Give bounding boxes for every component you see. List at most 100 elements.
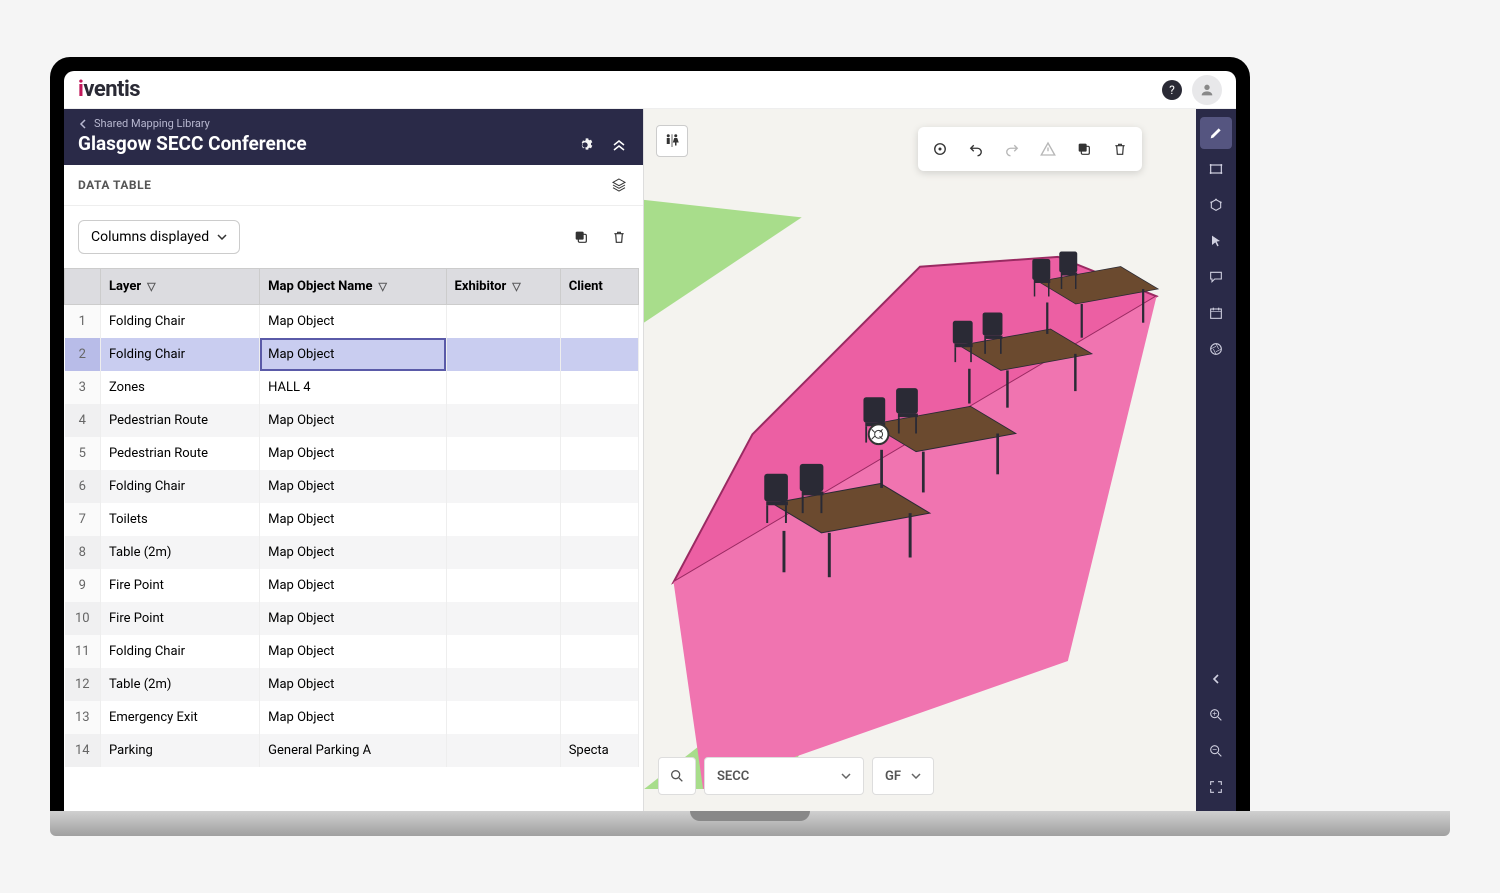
table-row[interactable]: 10Fire PointMap Object — [65, 602, 639, 635]
cell-layer[interactable]: Table (2m) — [101, 536, 260, 569]
cell-client[interactable]: Specta — [560, 734, 638, 767]
map-canvas[interactable]: SECC GF — [644, 109, 1196, 811]
cell-client[interactable] — [560, 701, 638, 734]
table-row[interactable]: 9Fire PointMap Object — [65, 569, 639, 602]
cell-exhibitor[interactable] — [446, 470, 560, 503]
cell-map-object-name[interactable]: Map Object — [260, 470, 446, 503]
table-row[interactable]: 7ToiletsMap Object — [65, 503, 639, 536]
table-row[interactable]: 3ZonesHALL 4 — [65, 371, 639, 404]
cell-client[interactable] — [560, 635, 638, 668]
cell-exhibitor[interactable] — [446, 437, 560, 470]
cell-map-object-name[interactable]: Map Object — [260, 635, 446, 668]
cell-exhibitor[interactable] — [446, 536, 560, 569]
settings-button[interactable] — [575, 135, 595, 155]
edit-tool[interactable] — [1200, 117, 1232, 149]
cell-client[interactable] — [560, 668, 638, 701]
duplicate-button[interactable] — [1068, 133, 1100, 165]
cell-layer[interactable]: Parking — [101, 734, 260, 767]
cell-exhibitor[interactable] — [446, 701, 560, 734]
cell-map-object-name[interactable]: General Parking A — [260, 734, 446, 767]
filter-icon[interactable]: ▽ — [147, 280, 155, 293]
cell-layer[interactable]: Toilets — [101, 503, 260, 536]
cell-client[interactable] — [560, 536, 638, 569]
cell-exhibitor[interactable] — [446, 602, 560, 635]
cell-layer[interactable]: Fire Point — [101, 602, 260, 635]
table-row[interactable]: 11Folding ChairMap Object — [65, 635, 639, 668]
cell-map-object-name[interactable]: Map Object — [260, 338, 446, 371]
cell-layer[interactable]: Table (2m) — [101, 668, 260, 701]
cell-map-object-name[interactable]: Map Object — [260, 536, 446, 569]
table-row[interactable]: 1Folding ChairMap Object — [65, 305, 639, 339]
table-row[interactable]: 8Table (2m)Map Object — [65, 536, 639, 569]
data-table[interactable]: Layer▽ Map Object Name▽ Exhibitor▽ Clien… — [64, 268, 643, 811]
comment-tool[interactable] — [1200, 261, 1232, 293]
cell-exhibitor[interactable] — [446, 668, 560, 701]
collapse-button[interactable] — [609, 135, 629, 155]
cell-client[interactable] — [560, 470, 638, 503]
breadcrumb[interactable]: Shared Mapping Library — [78, 117, 307, 130]
cell-layer[interactable]: Folding Chair — [101, 470, 260, 503]
zoom-in-button[interactable] — [1200, 699, 1232, 731]
cell-client[interactable] — [560, 371, 638, 404]
map-search-button[interactable] — [658, 757, 696, 795]
cell-map-object-name[interactable]: Map Object — [260, 668, 446, 701]
cell-layer[interactable]: Folding Chair — [101, 635, 260, 668]
cell-map-object-name[interactable]: Map Object — [260, 569, 446, 602]
cell-layer[interactable]: Zones — [101, 371, 260, 404]
cell-map-object-name[interactable]: HALL 4 — [260, 371, 446, 404]
zoom-out-button[interactable] — [1200, 735, 1232, 767]
expand-rail-button[interactable] — [1200, 663, 1232, 695]
cell-client[interactable] — [560, 305, 638, 339]
cell-layer[interactable]: Emergency Exit — [101, 701, 260, 734]
cell-exhibitor[interactable] — [446, 569, 560, 602]
table-row[interactable]: 13Emergency ExitMap Object — [65, 701, 639, 734]
col-layer[interactable]: Layer▽ — [101, 269, 260, 305]
fit-screen-button[interactable] — [1200, 771, 1232, 803]
rectangle-tool[interactable] — [1200, 153, 1232, 185]
floor-select[interactable]: GF — [872, 757, 934, 795]
location-select[interactable]: SECC — [704, 757, 864, 795]
user-avatar[interactable] — [1192, 75, 1222, 105]
help-button[interactable]: ? — [1162, 80, 1182, 100]
layers-button[interactable] — [609, 175, 629, 195]
cell-map-object-name[interactable]: Map Object — [260, 404, 446, 437]
cell-client[interactable] — [560, 503, 638, 536]
table-row[interactable]: 6Folding ChairMap Object — [65, 470, 639, 503]
cell-client[interactable] — [560, 602, 638, 635]
cell-map-object-name[interactable]: Map Object — [260, 503, 446, 536]
table-row[interactable]: 12Table (2m)Map Object — [65, 668, 639, 701]
table-row[interactable]: 14ParkingGeneral Parking ASpecta — [65, 734, 639, 767]
columns-displayed-button[interactable]: Columns displayed — [78, 220, 240, 254]
center-button[interactable] — [924, 133, 956, 165]
filter-icon[interactable]: ▽ — [379, 280, 387, 293]
cell-map-object-name[interactable]: Map Object — [260, 305, 446, 339]
cell-map-object-name[interactable]: Map Object — [260, 701, 446, 734]
table-row[interactable]: 4Pedestrian RouteMap Object — [65, 404, 639, 437]
cell-exhibitor[interactable] — [446, 404, 560, 437]
copy-button[interactable] — [571, 227, 591, 247]
cell-layer[interactable]: Fire Point — [101, 569, 260, 602]
cell-exhibitor[interactable] — [446, 734, 560, 767]
redo-button[interactable] — [996, 133, 1028, 165]
cell-client[interactable] — [560, 569, 638, 602]
cell-exhibitor[interactable] — [446, 305, 560, 339]
pointer-tool[interactable] — [1200, 225, 1232, 257]
cell-layer[interactable]: Pedestrian Route — [101, 404, 260, 437]
cell-layer[interactable]: Pedestrian Route — [101, 437, 260, 470]
filter-icon[interactable]: ▽ — [512, 280, 520, 293]
map-delete-button[interactable] — [1104, 133, 1136, 165]
col-client[interactable]: Client — [560, 269, 638, 305]
undo-button[interactable] — [960, 133, 992, 165]
polygon-tool[interactable] — [1200, 189, 1232, 221]
cell-exhibitor[interactable] — [446, 338, 560, 371]
col-exhibitor[interactable]: Exhibitor▽ — [446, 269, 560, 305]
cell-exhibitor[interactable] — [446, 503, 560, 536]
warning-button[interactable] — [1032, 133, 1064, 165]
cell-exhibitor[interactable] — [446, 371, 560, 404]
cell-map-object-name[interactable]: Map Object — [260, 437, 446, 470]
table-row[interactable]: 2Folding ChairMap Object — [65, 338, 639, 371]
schedule-tool[interactable] — [1200, 297, 1232, 329]
map-layer-chip[interactable] — [656, 125, 688, 157]
cell-client[interactable] — [560, 437, 638, 470]
camera-tool[interactable] — [1200, 333, 1232, 365]
